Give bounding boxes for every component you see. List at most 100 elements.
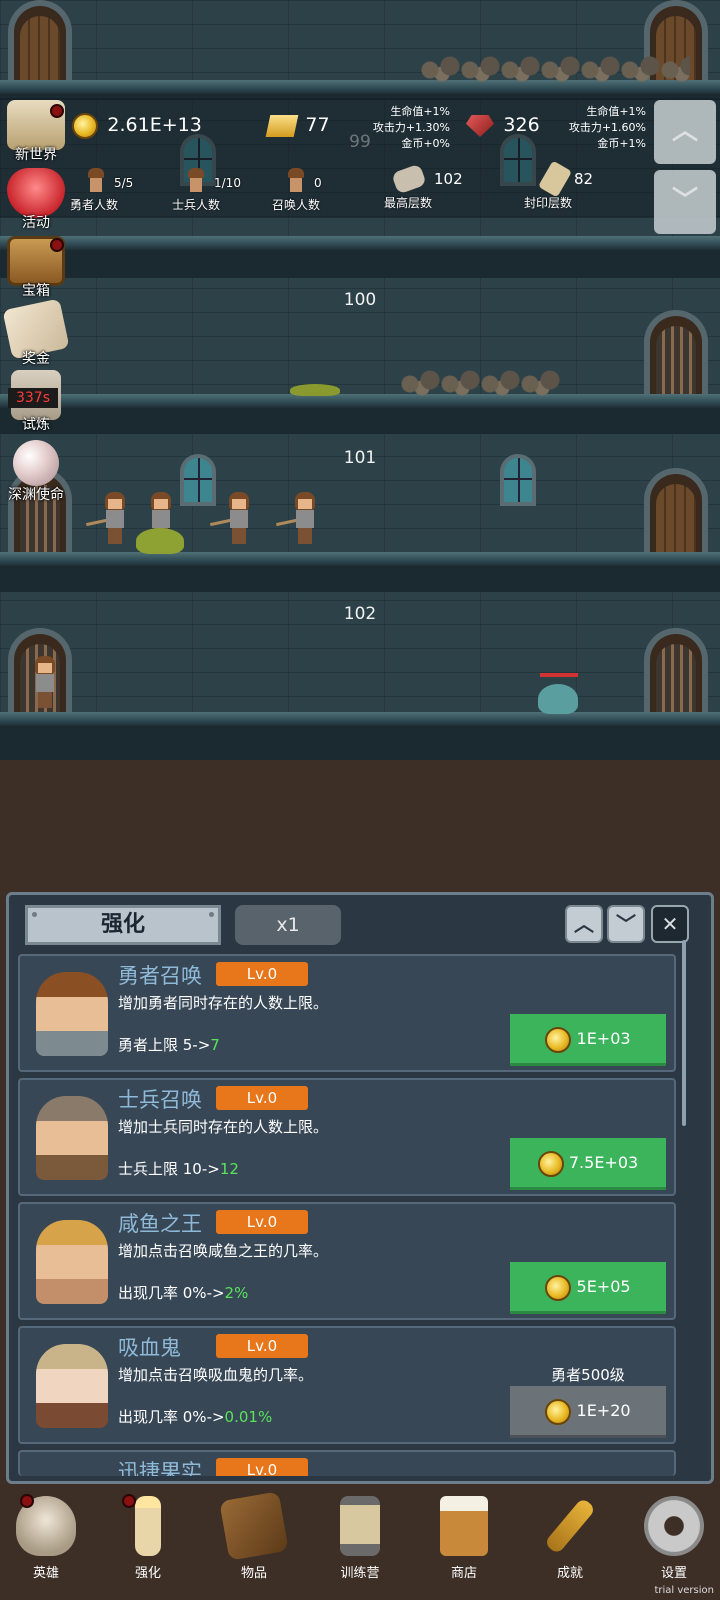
hero-count: 5/5 [114, 176, 134, 190]
nav-items[interactable]: 物品 [214, 1491, 294, 1592]
effect-new-value: 0.01% [224, 1408, 273, 1426]
card-title: 吸血鬼 [118, 1336, 181, 1360]
grated-door [644, 628, 708, 712]
unlock-requirement: 勇者500级 [551, 1366, 625, 1384]
card-title: 迅捷果实 [118, 1460, 202, 1476]
notification-dot [20, 1494, 34, 1508]
level-badge: Lv.0 [216, 1086, 308, 1110]
effect-text: 出现几率 0%-> [118, 1408, 225, 1426]
buy-button[interactable]: 7.5E+03 [510, 1138, 666, 1190]
castle-window [180, 454, 216, 506]
level-badge: Lv.0 [216, 1458, 308, 1476]
panel-close-button[interactable]: ✕ [651, 905, 689, 943]
nav-training-camp[interactable]: 训练营 [320, 1496, 400, 1592]
game-scene[interactable]: 99 100 101 102 2.61E+13 77 326 生命值+1% 攻击… [0, 0, 720, 760]
wooden-door [8, 0, 72, 80]
salted-fish-king-portrait [36, 1220, 108, 1304]
card-effect: 勇者上限 5->7 [118, 1034, 220, 1055]
nav-upgrade[interactable]: 强化 [108, 1494, 188, 1592]
soldier-count-label: 士兵人数 [172, 198, 221, 212]
nav-label: 成就 [556, 1566, 583, 1581]
side-menu-event[interactable]: 活动 [2, 168, 70, 232]
level-badge: Lv.0 [216, 1210, 308, 1234]
nav-label: 强化 [134, 1566, 161, 1581]
effect-new-value: 12 [219, 1160, 239, 1178]
soldier-icon [186, 168, 206, 192]
gold-coin-icon [545, 1274, 572, 1301]
panel-scrollbar[interactable] [682, 940, 686, 1126]
pearl-icon [13, 440, 59, 486]
upgrade-card-hero-summon: 勇者召唤 Lv.0 增加勇者同时存在的人数上限。 勇者上限 5->7 1E+03 [18, 954, 676, 1072]
side-menu-chest[interactable]: 宝箱 [2, 236, 70, 300]
side-menu-bonus[interactable]: 奖金 [2, 298, 70, 368]
nav-shop[interactable]: 商店 [424, 1496, 504, 1592]
scroll-down-button[interactable]: ﹀ [654, 170, 716, 234]
hero-unit [276, 492, 318, 544]
effect-text: 出现几率 0%-> [118, 1284, 225, 1302]
panel-up-button[interactable]: ︿ [565, 905, 603, 943]
card-effect: 出现几率 0%->2% [118, 1282, 248, 1303]
buy-button[interactable]: 5E+05 [510, 1262, 666, 1314]
nav-label: 英雄 [32, 1566, 59, 1581]
nav-heroes[interactable]: 英雄 [6, 1494, 86, 1592]
max-floor-label: 最高层数 [384, 196, 433, 210]
gold-coin-icon [545, 1026, 572, 1053]
card-title: 勇者召唤 [118, 964, 202, 988]
card-description: 增加士兵同时存在的人数上限。 [118, 1118, 329, 1136]
grated-door [644, 310, 708, 394]
card-description: 增加勇者同时存在的人数上限。 [118, 994, 329, 1012]
panel-down-button[interactable]: ﹀ [607, 905, 645, 943]
bonus-gold: 金币+1% [597, 137, 646, 150]
floor-shadow [0, 408, 720, 434]
multiplier-button[interactable]: x1 [235, 905, 341, 945]
floor-ledge [0, 712, 720, 726]
hero-portrait [36, 972, 108, 1056]
gear-icon [644, 1496, 704, 1556]
summon-count-label: 召唤人数 [272, 198, 321, 212]
side-menu-label: 新世界 [15, 147, 57, 163]
lantern-icon [340, 1496, 380, 1556]
upgrade-card-salted-fish-king: 咸鱼之王 Lv.0 增加点击召唤咸鱼之王的几率。 出现几率 0%->2% 5E+… [18, 1202, 676, 1320]
gold-coin-icon [545, 1398, 572, 1425]
bonus-gold: 金币+0% [401, 137, 450, 150]
trial-timer: 337s [8, 388, 58, 408]
side-menu-label: 深渊使命 [8, 487, 64, 503]
trial-watermark: trial version [654, 1585, 714, 1596]
gold-coin-icon [537, 1150, 564, 1177]
hero-unit [32, 656, 58, 708]
cost-label: 1E+20 [576, 1401, 631, 1420]
notification-dot [50, 238, 64, 252]
defeated-enemy-pile [400, 370, 560, 396]
wooden-door [644, 468, 708, 552]
upgrade-card-soldier-summon: 士兵召唤 Lv.0 增加士兵同时存在的人数上限。 士兵上限 10->12 7.5… [18, 1078, 676, 1196]
tab-upgrade[interactable]: 强化 [25, 905, 221, 945]
buy-button-locked[interactable]: 1E+20 [510, 1386, 666, 1438]
mug-icon [440, 1496, 488, 1556]
card-effect: 出现几率 0%->0.01% [118, 1406, 272, 1427]
buy-button[interactable]: 1E+03 [510, 1014, 666, 1066]
nav-settings[interactable]: 设置 [634, 1496, 714, 1592]
blue-slime-enemy [538, 684, 578, 714]
side-menu-abyss-mission[interactable]: 深渊使命 [2, 440, 70, 504]
slime-puddle [290, 384, 340, 396]
effect-text: 士兵上限 10-> [118, 1160, 220, 1178]
scroll-up-button[interactable]: ︿ [654, 100, 716, 164]
cost-label: 1E+03 [576, 1029, 631, 1048]
right-bonus-list: 生命值+1% 攻击力+1.60% 金币+1% [534, 104, 646, 152]
side-menu-label: 活动 [22, 215, 50, 231]
bottom-nav: 英雄 强化 物品 训练营 商店 成就 设置 trial version [0, 1488, 720, 1600]
hero-icon [86, 168, 106, 192]
nav-label: 训练营 [340, 1566, 380, 1581]
side-menu-trial[interactable]: 337s 试炼 [2, 370, 70, 434]
hero-unit [86, 492, 128, 544]
gold-amount: 2.61E+13 [107, 114, 202, 136]
sealed-floor-value: 82 [574, 170, 594, 188]
key-icon [543, 1497, 597, 1555]
level-badge: Lv.0 [216, 962, 308, 986]
summon-icon [286, 168, 306, 192]
gold-bar-amount: 77 [305, 114, 330, 136]
nav-achievements[interactable]: 成就 [530, 1496, 610, 1592]
side-menu-new-world[interactable]: 新世界 [2, 100, 70, 164]
soldier-portrait [36, 1096, 108, 1180]
bonus-hp: 生命值+1% [390, 105, 450, 118]
